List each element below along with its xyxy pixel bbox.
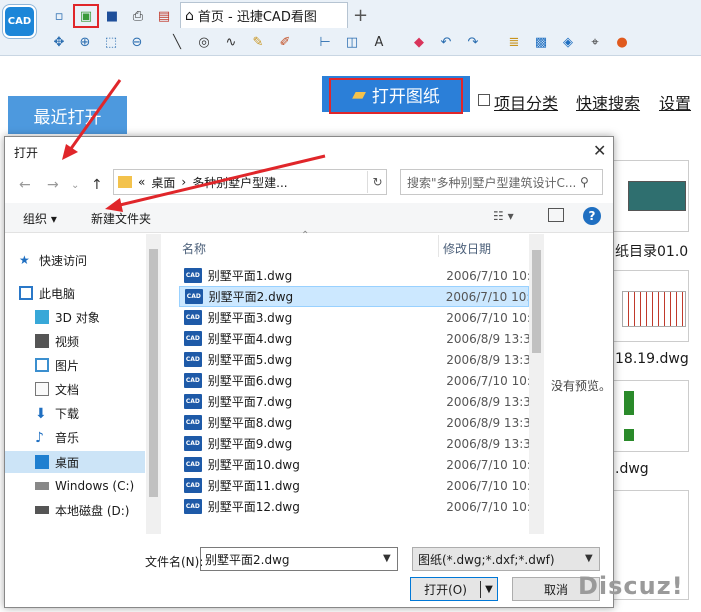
arrow-head bbox=[62, 144, 78, 160]
arrow-head bbox=[105, 198, 123, 212]
annotation-arrow bbox=[68, 79, 122, 151]
annotation-arrows bbox=[62, 79, 326, 212]
annotation-arrow bbox=[119, 154, 326, 207]
